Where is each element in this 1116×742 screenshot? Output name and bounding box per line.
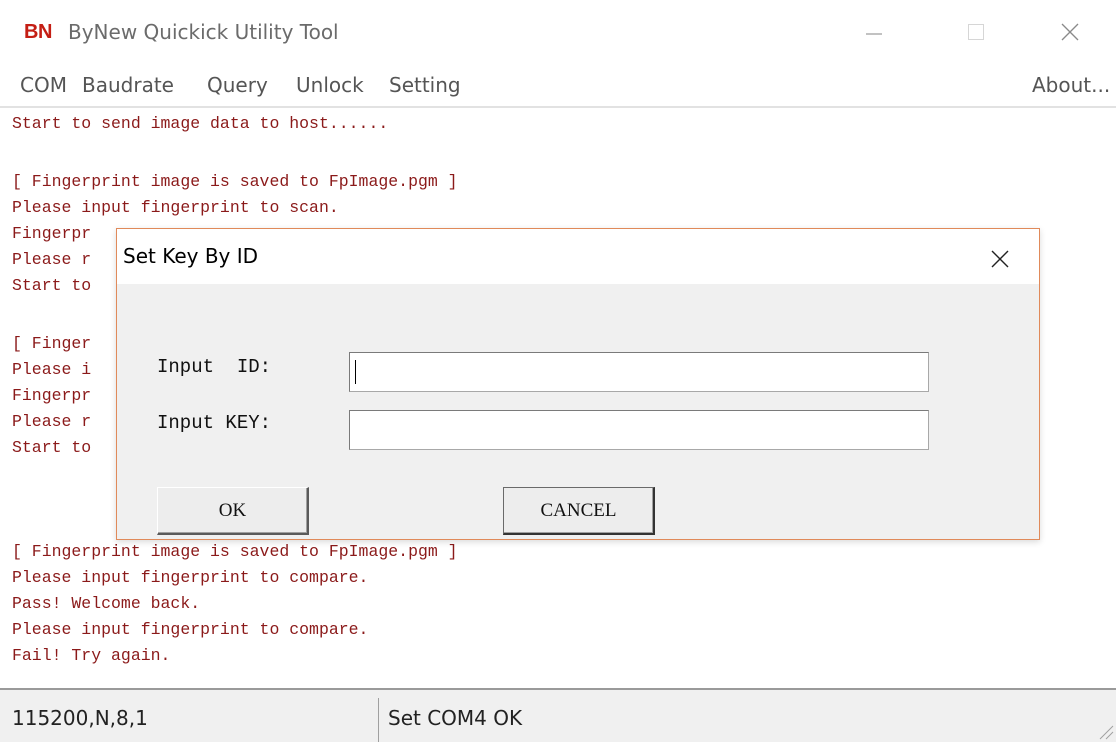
window-title: ByNew Quickick Utility Tool — [68, 20, 339, 44]
menu-about[interactable]: About... — [1032, 73, 1110, 97]
menu-com[interactable]: COM — [20, 73, 67, 97]
cancel-button[interactable]: CANCEL — [503, 487, 655, 535]
log-line: [ Finger — [12, 334, 92, 353]
log-line: Pass! Welcome back. — [12, 594, 201, 613]
status-bar: 115200,N,8,1 Set COM4 OK — [0, 690, 1116, 742]
close-icon — [1061, 23, 1079, 41]
key-label: Input KEY: — [157, 412, 272, 434]
menu-query[interactable]: Query — [207, 73, 268, 97]
log-line: Please input fingerprint to scan. — [12, 198, 339, 217]
menu-setting[interactable]: Setting — [389, 73, 461, 97]
close-icon — [991, 250, 1009, 268]
status-message: Set COM4 OK — [388, 706, 523, 730]
log-line: Start to send image data to host...... — [12, 114, 389, 133]
title-bar: BN ByNew Quickick Utility Tool — [0, 0, 1116, 64]
log-line: Start to — [12, 438, 92, 457]
log-line: Fingerpr — [12, 224, 92, 243]
minimize-button[interactable] — [856, 14, 896, 50]
id-input[interactable] — [349, 352, 929, 392]
close-button[interactable] — [1050, 14, 1090, 50]
key-input[interactable] — [349, 410, 929, 450]
dialog-title: Set Key By ID — [123, 244, 259, 268]
status-divider — [378, 698, 379, 742]
menu-baudrate[interactable]: Baudrate — [82, 73, 174, 97]
log-line: Please input fingerprint to compare. — [12, 620, 369, 639]
dialog-title-bar: Set Key By ID — [117, 229, 1039, 284]
menu-unlock[interactable]: Unlock — [296, 73, 364, 97]
id-label: Input ID: — [157, 356, 272, 378]
resize-grip-icon[interactable] — [1096, 722, 1114, 740]
log-line: Please i — [12, 360, 92, 379]
status-baud: 115200,N,8,1 — [12, 706, 148, 730]
menu-bar: COM Baudrate Query Unlock Setting About.… — [0, 64, 1116, 108]
app-logo: BN — [24, 21, 52, 43]
minimize-icon — [866, 33, 882, 35]
log-line: [ Fingerprint image is saved to FpImage.… — [12, 172, 458, 191]
log-line: Fail! Try again. — [12, 646, 171, 665]
log-line: Please r — [12, 250, 92, 269]
maximize-button[interactable] — [958, 14, 998, 50]
maximize-icon — [968, 24, 984, 40]
log-line: [ Fingerprint image is saved to FpImage.… — [12, 542, 458, 561]
set-key-dialog: Set Key By ID Input ID: Input KEY: OK CA… — [116, 228, 1040, 540]
ok-button[interactable]: OK — [157, 487, 309, 535]
dialog-close-button[interactable] — [985, 243, 1015, 273]
log-line: Fingerpr — [12, 386, 92, 405]
log-line: Please input fingerprint to compare. — [12, 568, 369, 587]
log-line: Please r — [12, 412, 92, 431]
text-caret — [355, 360, 356, 384]
log-line: Start to — [12, 276, 92, 295]
